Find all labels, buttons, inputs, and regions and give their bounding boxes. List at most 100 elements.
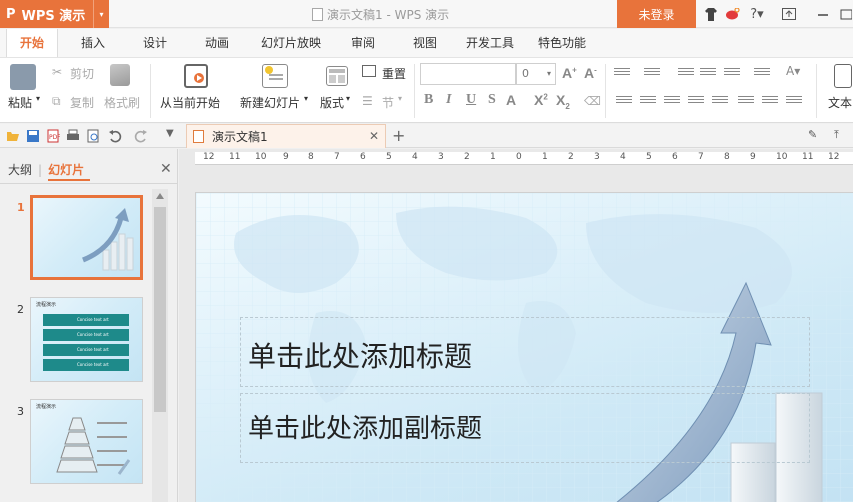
chevron-down-icon[interactable]: ▾ <box>93 0 109 28</box>
slide-canvas[interactable]: 单击此处添加标题 单击此处添加副标题 <box>195 192 853 502</box>
close-icon[interactable]: ✕ <box>160 161 172 177</box>
shirt-icon[interactable] <box>702 5 720 23</box>
slideshow-play-icon[interactable] <box>184 64 208 88</box>
paste-icon[interactable] <box>10 64 36 90</box>
chevron-down-icon[interactable]: ▾ <box>304 94 308 103</box>
layout-icon[interactable] <box>326 66 348 86</box>
chevron-down-icon[interactable]: ▾ <box>36 94 40 103</box>
format-painter-button[interactable]: 格式刷 <box>104 94 140 111</box>
slide-thumbnail-3[interactable]: 流程演示 <box>30 399 143 484</box>
align-left-icon[interactable] <box>616 96 632 108</box>
text-direction-icon[interactable] <box>724 68 740 80</box>
maximize-icon[interactable] <box>838 5 853 23</box>
window-restore-icon[interactable] <box>780 5 798 23</box>
login-button[interactable]: 未登录 <box>617 0 696 28</box>
chevron-down-icon[interactable]: ▼ <box>166 128 174 139</box>
italic-icon[interactable]: I <box>446 92 451 108</box>
slide-thumbnail-1[interactable] <box>30 195 143 280</box>
print-icon[interactable] <box>66 129 80 143</box>
undo-icon[interactable] <box>108 129 122 143</box>
textbox-icon[interactable] <box>834 64 852 88</box>
slide-panel-tabs: 大纲 | 幻灯片 <box>8 163 85 177</box>
font-shrink-icon[interactable]: A- <box>584 65 597 81</box>
line-spacing-icon[interactable] <box>738 96 754 108</box>
chevron-down-icon: ▾ <box>546 69 551 78</box>
title-placeholder-text[interactable]: 单击此处添加标题 <box>248 335 472 375</box>
slide-workspace: 12 11 10 9 8 7 6 5 4 3 2 1 0 1 2 3 4 5 6… <box>179 149 853 502</box>
open-folder-icon[interactable] <box>6 129 20 143</box>
tab-developer[interactable]: 开发工具 <box>458 29 522 57</box>
copy-button[interactable]: 复制 <box>70 94 94 111</box>
shadow-icon[interactable]: S <box>488 92 496 108</box>
ribbon-tabs: 开始 插入 设计 动画 幻灯片放映 审阅 视图 开发工具 特色功能 <box>0 29 853 57</box>
title-bar: P WPS 演示 ▾ 演示文稿1 - WPS 演示 未登录 ?▾ <box>0 0 853 28</box>
tab-outline[interactable]: 大纲 <box>8 163 32 177</box>
minimize-icon[interactable] <box>814 5 832 23</box>
font-grow-icon[interactable]: A+ <box>562 65 577 81</box>
help-icon[interactable]: ?▾ <box>746 5 768 23</box>
tab-view[interactable]: 视图 <box>400 29 450 57</box>
justify-icon[interactable] <box>688 96 704 108</box>
align-right-icon[interactable] <box>664 96 680 108</box>
tab-design[interactable]: 设计 <box>130 29 180 57</box>
tab-special-features[interactable]: 特色功能 <box>530 29 594 57</box>
layout-button[interactable]: 版式 <box>320 94 344 111</box>
cut-button[interactable]: 剪切 <box>70 65 94 82</box>
redo-icon[interactable] <box>134 129 148 143</box>
save-icon[interactable] <box>26 129 40 143</box>
font-family-select[interactable] <box>420 63 516 85</box>
tab-review[interactable]: 审阅 <box>338 29 388 57</box>
tab-slides[interactable]: 幻灯片 <box>48 163 84 177</box>
slide-thumbnail-2[interactable]: 流程演示 Concise text art Concise text art C… <box>30 297 143 382</box>
textbox-button[interactable]: 文本 <box>828 94 852 111</box>
export-pdf-icon[interactable]: PDF <box>46 129 60 143</box>
scroll-up-icon[interactable] <box>156 193 164 199</box>
close-icon[interactable]: ✕ <box>369 129 379 143</box>
new-slide-button[interactable]: 新建幻灯片 <box>240 94 300 111</box>
text-shadow-icon[interactable]: A▾ <box>786 64 800 78</box>
scissors-icon[interactable]: ✂ <box>52 65 62 79</box>
from-current-button[interactable]: 从当前开始 <box>160 94 220 111</box>
tab-home[interactable]: 开始 <box>6 29 58 57</box>
font-color-icon[interactable]: A <box>506 92 516 108</box>
app-menu-button[interactable]: P WPS 演示 ▾ <box>0 0 109 28</box>
tab-animation[interactable]: 动画 <box>192 29 242 57</box>
print-preview-icon[interactable] <box>86 129 100 143</box>
tab-insert[interactable]: 插入 <box>68 29 118 57</box>
subtitle-placeholder-text[interactable]: 单击此处添加副标题 <box>248 408 482 445</box>
section-button[interactable]: 节 <box>382 94 394 111</box>
font-size-select[interactable]: 0 ▾ <box>516 63 556 85</box>
new-tab-button[interactable]: + <box>392 126 405 145</box>
align-text-icon[interactable] <box>754 68 770 80</box>
document-tab[interactable]: 演示文稿1 ✕ <box>186 124 386 148</box>
chevron-down-icon[interactable]: ▾ <box>346 94 350 103</box>
bold-icon[interactable]: B <box>424 92 433 108</box>
copy-icon[interactable]: ⧉ <box>52 94 61 109</box>
scrollbar-thumb[interactable] <box>154 207 166 412</box>
pin-icon[interactable]: ✎ <box>808 128 817 141</box>
clear-format-icon[interactable]: ⌫ <box>584 94 601 108</box>
collapse-ribbon-icon[interactable]: ⤒ <box>834 128 839 142</box>
section-icon[interactable]: ☰ <box>362 94 373 108</box>
reset-button[interactable]: 重置 <box>382 65 406 82</box>
increase-indent-icon[interactable] <box>700 68 716 80</box>
bullet-list-icon[interactable] <box>614 68 630 80</box>
subscript-icon[interactable]: X2 <box>556 92 570 111</box>
columns-icon[interactable] <box>786 96 802 108</box>
new-slide-icon[interactable] <box>262 64 288 88</box>
underline-icon[interactable]: U <box>466 92 476 108</box>
slide-panel-scrollbar[interactable] <box>152 189 168 502</box>
format-painter-icon[interactable] <box>110 64 130 86</box>
weibo-icon[interactable] <box>724 5 742 23</box>
superscript-icon[interactable]: X2 <box>534 92 548 108</box>
align-center-icon[interactable] <box>640 96 656 108</box>
distribute-icon[interactable] <box>712 96 728 108</box>
numbered-list-icon[interactable] <box>644 68 660 80</box>
paragraph-spacing-icon[interactable] <box>762 96 778 108</box>
decrease-indent-icon[interactable] <box>678 68 694 80</box>
paste-button[interactable]: 粘贴 <box>8 94 32 111</box>
chevron-down-icon[interactable]: ▾ <box>398 94 402 103</box>
thumbnail-row: Concise text art <box>43 359 129 371</box>
tab-slideshow[interactable]: 幻灯片放映 <box>254 29 328 57</box>
reset-icon[interactable] <box>362 65 376 77</box>
